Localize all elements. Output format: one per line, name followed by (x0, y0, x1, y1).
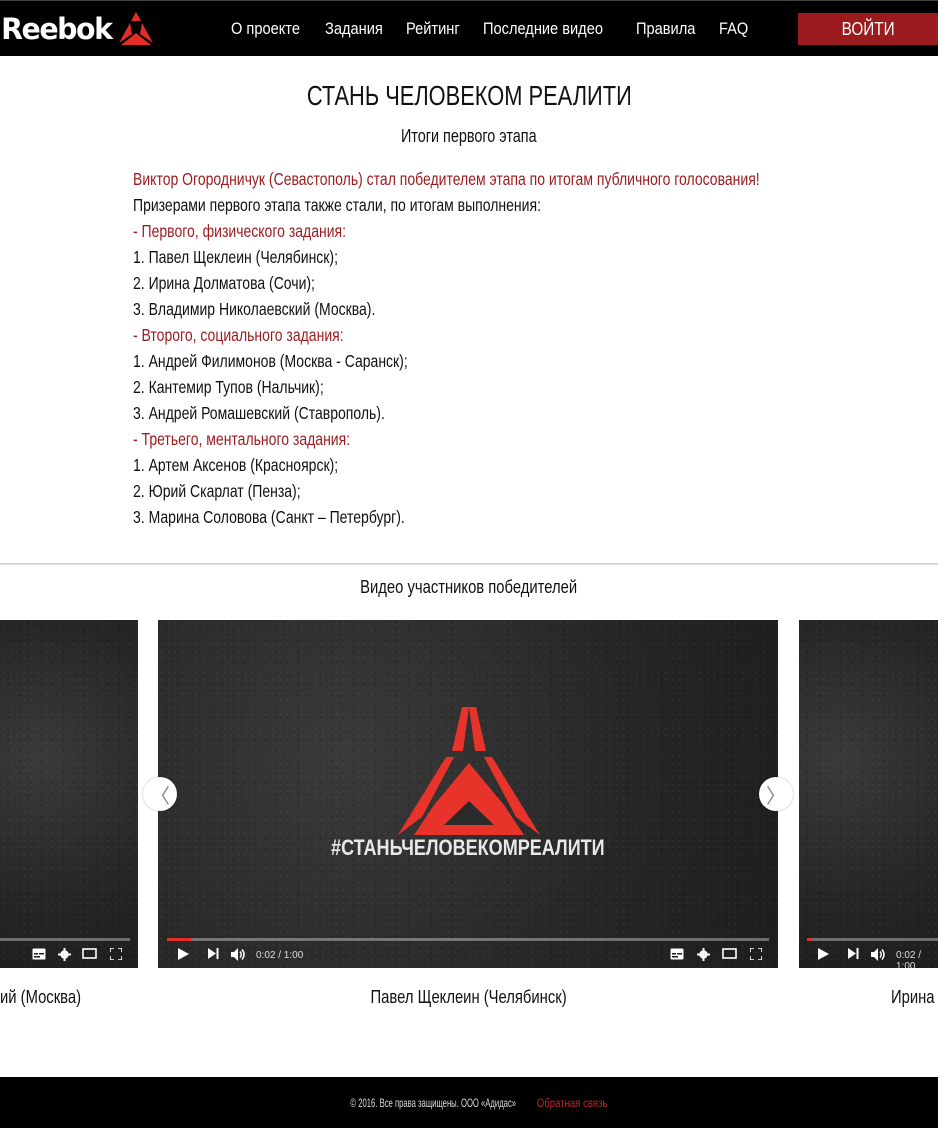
list-item-text: 2. Кантемир Тупов (Нальчик); (133, 377, 324, 397)
list-item-text: 1. Андрей Филимонов (Москва - Саранск); (133, 351, 408, 371)
fullscreen-icon[interactable] (750, 948, 762, 960)
prize-intro: Призерами первого этапа также стали, по … (133, 192, 893, 218)
video-hashtag: #СТАНЬЧЕЛОВЕКОМРЕАЛИТИ (158, 835, 778, 861)
footer-copyright: © 2016. Все права защищены. ООО «Адидас»… (330, 1096, 608, 1110)
volume-icon[interactable] (231, 948, 247, 961)
video-progress-bar[interactable] (0, 938, 130, 941)
list-item: 3. Владимир Николаевский (Москва). (133, 296, 893, 322)
list-item: 1. Павел Щеклеин (Челябинск); (133, 244, 893, 270)
site-footer: © 2016. Все права защищены. ООО «Адидас»… (0, 1077, 938, 1128)
video-hashtag-text: #СТАНЬЧЕЛОВЕКОМРЕАЛИТИ (331, 835, 605, 860)
list-item: 3. Марина Соловова (Санкт – Петербург). (133, 504, 893, 530)
page-subtitle-text: Итоги первого этапа (401, 126, 537, 146)
group-heading-text: - Третьего, ментального задания: (133, 429, 351, 449)
subtitles-icon[interactable] (670, 948, 684, 960)
reebok-delta-icon (118, 12, 153, 45)
page-title: СТАНЬ ЧЕЛОВЕКОМ РЕАЛИТИ (0, 80, 938, 112)
reebok-delta-logo-icon (398, 707, 540, 835)
play-icon[interactable] (818, 948, 829, 960)
login-button[interactable]: ВОЙТИ (798, 13, 938, 45)
list-item-text: 1. Артем Аксенов (Красноярск); (133, 455, 339, 475)
theater-mode-icon[interactable] (722, 948, 737, 959)
subtitles-icon[interactable] (32, 948, 46, 960)
list-item-text: 2. Ирина Долматова (Сочи); (133, 273, 315, 293)
nav-item-rating[interactable]: Рейтинг (406, 19, 460, 39)
video-caption-next: Ирина Д (891, 986, 938, 1008)
carousel-next-button[interactable]: 〉 (759, 777, 793, 811)
winner-announcement: Виктор Огородничук (Севастополь) стал по… (133, 166, 893, 192)
nav-item-faq[interactable]: FAQ (719, 19, 748, 39)
next-icon[interactable] (208, 948, 219, 959)
video-caption-current-text: Павел Щеклеин (Челябинск) (370, 986, 568, 1007)
login-button-label: ВОЙТИ (841, 18, 895, 39)
fullscreen-icon[interactable] (110, 948, 122, 960)
section-divider (0, 563, 938, 565)
list-item-text: 3. Андрей Ромашевский (Ставрополь). (133, 403, 385, 423)
page-subtitle: Итоги первого этапа (0, 126, 938, 147)
videos-heading-text: Видео участников победителей (360, 576, 578, 597)
site-header: Reebok О проекте Задания Рейтинг Последн… (0, 0, 938, 56)
next-icon[interactable] (848, 948, 859, 959)
video-controls (0, 944, 138, 968)
list-item: 2. Ирина Долматова (Сочи); (133, 270, 893, 296)
list-item: 1. Артем Аксенов (Красноярск); (133, 452, 893, 478)
video-controls: 0:02 / 1:00 (158, 944, 778, 968)
nav-item-rules[interactable]: Правила (636, 19, 695, 39)
logo-wordmark: Reebok (1, 12, 113, 46)
list-item: 2. Юрий Скарлат (Пенза); (133, 478, 893, 504)
nav-item-latest-videos[interactable]: Последние видео (483, 19, 603, 39)
group-heading-text: - Второго, социального задания: (133, 325, 344, 345)
reebok-logo[interactable]: Reebok (0, 11, 155, 47)
prize-intro-text: Призерами первого этапа также стали, по … (133, 195, 541, 215)
settings-gear-icon[interactable] (58, 948, 71, 961)
chevron-right-icon: 〉 (766, 785, 786, 808)
videos-heading: Видео участников победителей (0, 576, 938, 598)
video-controls: 0:02 / 1:00 (799, 944, 938, 968)
group-heading: - Второго, социального задания: (133, 322, 893, 348)
settings-gear-icon[interactable] (697, 948, 710, 961)
video-caption-current: Павел Щеклеин (Челябинск) (0, 986, 938, 1008)
video-caption-next-text: Ирина Д (891, 986, 938, 1007)
page-title-text: СТАНЬ ЧЕЛОВЕКОМ РЕАЛИТИ (306, 80, 632, 111)
video-player-current[interactable]: #СТАНЬЧЕЛОВЕКОМРЕАЛИТИ 0:02 / 1:00 (158, 620, 778, 968)
group-heading: - Первого, физического задания: (133, 218, 893, 244)
main-nav: О проекте Задания Рейтинг Последние виде… (223, 13, 749, 45)
list-item: 3. Андрей Ромашевский (Ставрополь). (133, 400, 893, 426)
winner-announcement-text: Виктор Огородничук (Севастополь) стал по… (133, 169, 760, 189)
results-text: Виктор Огородничук (Севастополь) стал по… (133, 166, 893, 530)
nav-item-about[interactable]: О проекте (231, 19, 300, 39)
list-item-text: 3. Марина Соловова (Санкт – Петербург). (133, 507, 405, 527)
feedback-link[interactable]: Обратная связь (537, 1096, 608, 1110)
theater-mode-icon[interactable] (82, 948, 97, 959)
list-item-text: 2. Юрий Скарлат (Пенза); (133, 481, 301, 501)
carousel-prev-button[interactable]: 〈 (143, 777, 177, 811)
list-item-text: 1. Павел Щеклеин (Челябинск); (133, 247, 338, 267)
video-progress-bar[interactable] (807, 938, 938, 941)
video-player-prev[interactable] (0, 620, 138, 968)
group-heading: - Третьего, ментального задания: (133, 426, 893, 452)
list-item: 2. Кантемир Тупов (Нальчик); (133, 374, 893, 400)
video-time: 0:02 / 1:00 (896, 950, 922, 968)
video-progress-bar[interactable] (167, 938, 769, 941)
list-item-text: 3. Владимир Николаевский (Москва). (133, 299, 376, 319)
video-time: 0:02 / 1:00 (256, 950, 304, 961)
video-progress-fill (807, 938, 812, 941)
video-player-next[interactable]: 0:02 / 1:00 (799, 620, 938, 968)
group-heading-text: - Первого, физического задания: (133, 221, 347, 241)
list-item: 1. Андрей Филимонов (Москва - Саранск); (133, 348, 893, 374)
chevron-left-icon: 〈 (150, 785, 170, 808)
volume-icon[interactable] (871, 948, 887, 961)
play-icon[interactable] (178, 948, 189, 960)
nav-item-tasks[interactable]: Задания (325, 19, 383, 39)
footer-copyright-text: © 2016. Все права защищены. ООО «Адидас» (350, 1095, 517, 1110)
video-progress-fill (167, 938, 191, 941)
